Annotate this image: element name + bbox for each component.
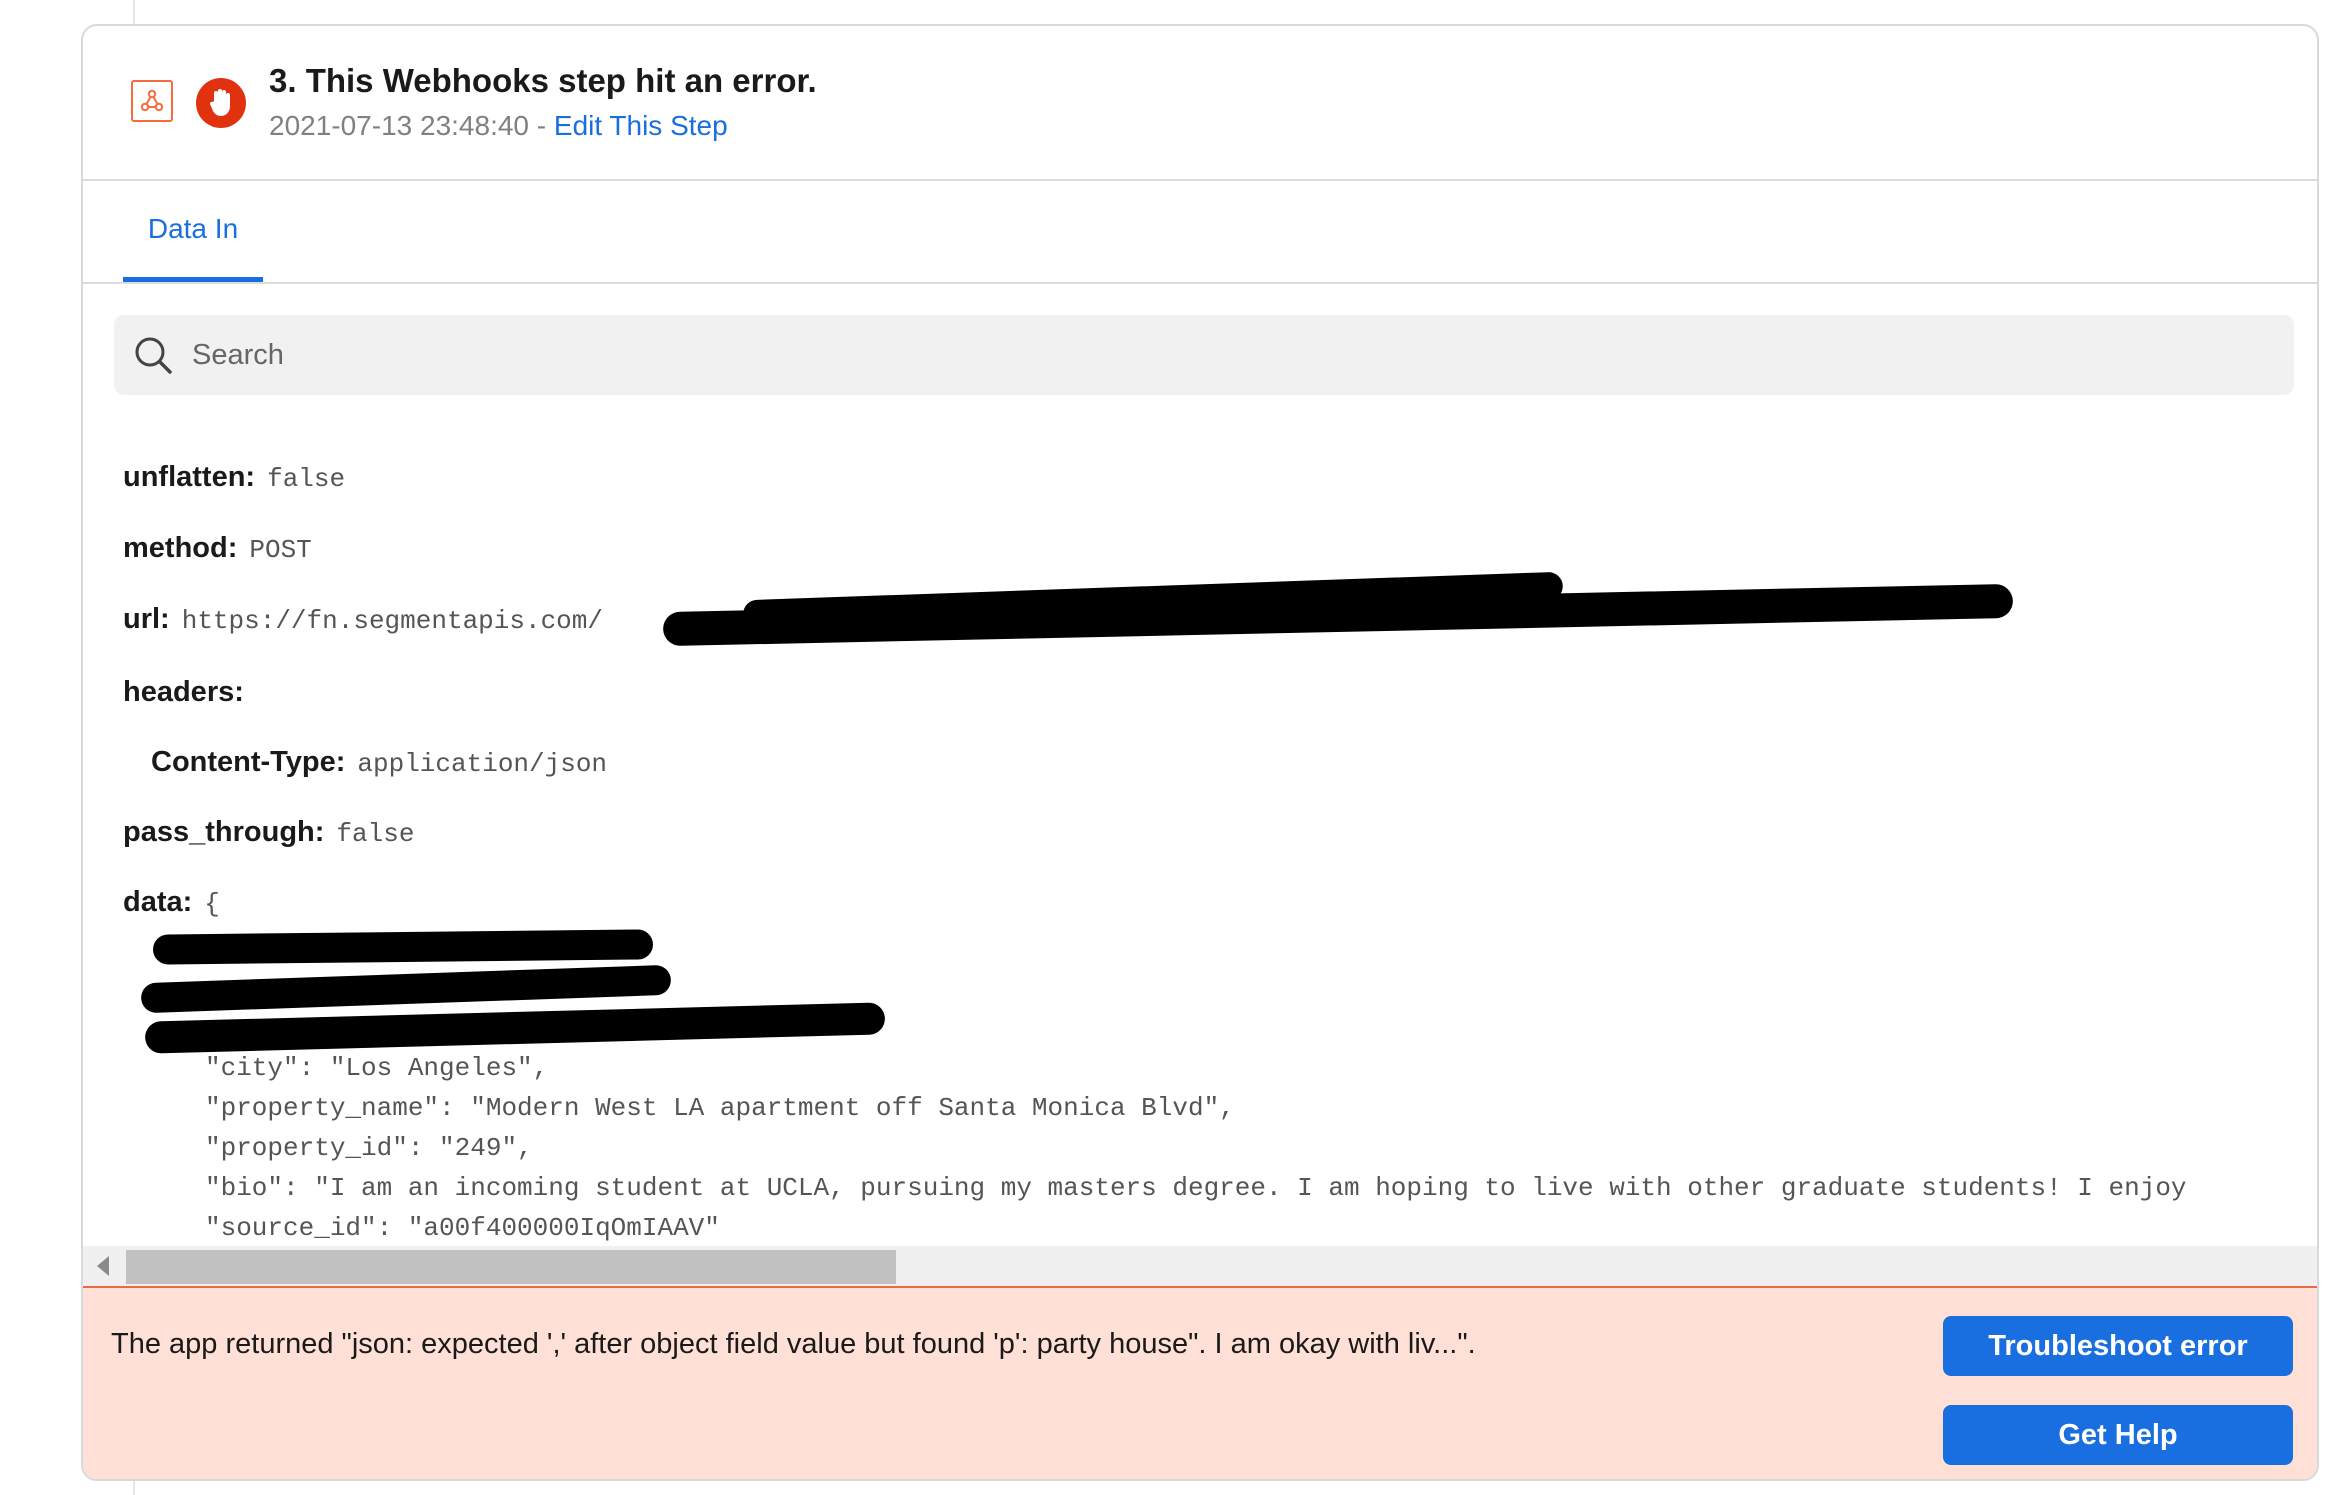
search-bar[interactable] <box>114 315 2294 395</box>
field-value: { <box>204 889 220 919</box>
tab-data-in[interactable]: Data In <box>123 181 263 282</box>
field-value: false <box>267 464 346 494</box>
field-url: url: https://fn.segmentapis.com/ <box>123 603 603 636</box>
data-line: "source_id": "a00f400000IqOmIAAV" <box>205 1213 720 1243</box>
step-header: 3. This Webhooks step hit an error. 2021… <box>83 26 2317 181</box>
field-key: url: <box>123 603 170 635</box>
search-icon <box>135 337 172 374</box>
get-help-button[interactable]: Get Help <box>1943 1405 2293 1465</box>
stop-hand-icon <box>196 78 246 128</box>
data-line: "city": "Los Angeles", <box>205 1053 549 1083</box>
data-line: "property_id": "249", <box>205 1133 533 1163</box>
field-content-type: Content-Type: application/json <box>151 746 607 779</box>
error-message: The app returned "json: expected ',' aft… <box>111 1328 1476 1360</box>
field-key: data: <box>123 886 193 918</box>
search-input[interactable] <box>190 337 2194 373</box>
field-pass-through: pass_through: false <box>123 816 414 849</box>
field-value: application/json <box>357 749 608 779</box>
scroll-left-icon[interactable] <box>97 1256 109 1276</box>
redaction-mark <box>144 1002 886 1054</box>
field-key: Content-Type: <box>151 746 346 778</box>
step-title: 3. This Webhooks step hit an error. <box>269 62 817 99</box>
field-key: method: <box>123 532 238 564</box>
field-value: false <box>336 819 415 849</box>
edit-step-link[interactable]: Edit This Step <box>554 110 728 141</box>
meta-separator: - <box>529 110 554 141</box>
data-line: "bio": "I am an incoming student at UCLA… <box>205 1173 2187 1203</box>
horizontal-scrollbar[interactable] <box>83 1246 2317 1286</box>
tab-bar: Data In <box>83 181 2317 284</box>
field-value: https://fn.segmentapis.com/ <box>181 606 603 636</box>
step-card: 3. This Webhooks step hit an error. 2021… <box>81 24 2319 1481</box>
field-method: method: POST <box>123 532 312 565</box>
field-key: headers: <box>123 676 244 708</box>
field-key: unflatten: <box>123 461 256 493</box>
step-meta: 2021-07-13 23:48:40 - Edit This Step <box>269 110 728 142</box>
data-in-fields: unflatten: false method: POST url: https://… <box>123 426 2313 1246</box>
troubleshoot-error-button[interactable]: Troubleshoot error <box>1943 1316 2293 1376</box>
field-headers: headers: <box>123 676 256 709</box>
redaction-mark <box>152 929 654 965</box>
field-data: data: { <box>123 886 220 919</box>
field-key: pass_through: <box>123 816 325 848</box>
data-line: "property_name": "Modern West LA apartme… <box>205 1093 1235 1123</box>
error-panel: The app returned "json: expected ',' aft… <box>83 1286 2317 1479</box>
webhook-icon <box>131 80 173 122</box>
step-timestamp: 2021-07-13 23:48:40 <box>269 110 529 141</box>
field-unflatten: unflatten: false <box>123 461 345 494</box>
scrollbar-thumb[interactable] <box>126 1250 896 1284</box>
redaction-mark <box>140 964 672 1014</box>
field-value: POST <box>249 535 312 565</box>
